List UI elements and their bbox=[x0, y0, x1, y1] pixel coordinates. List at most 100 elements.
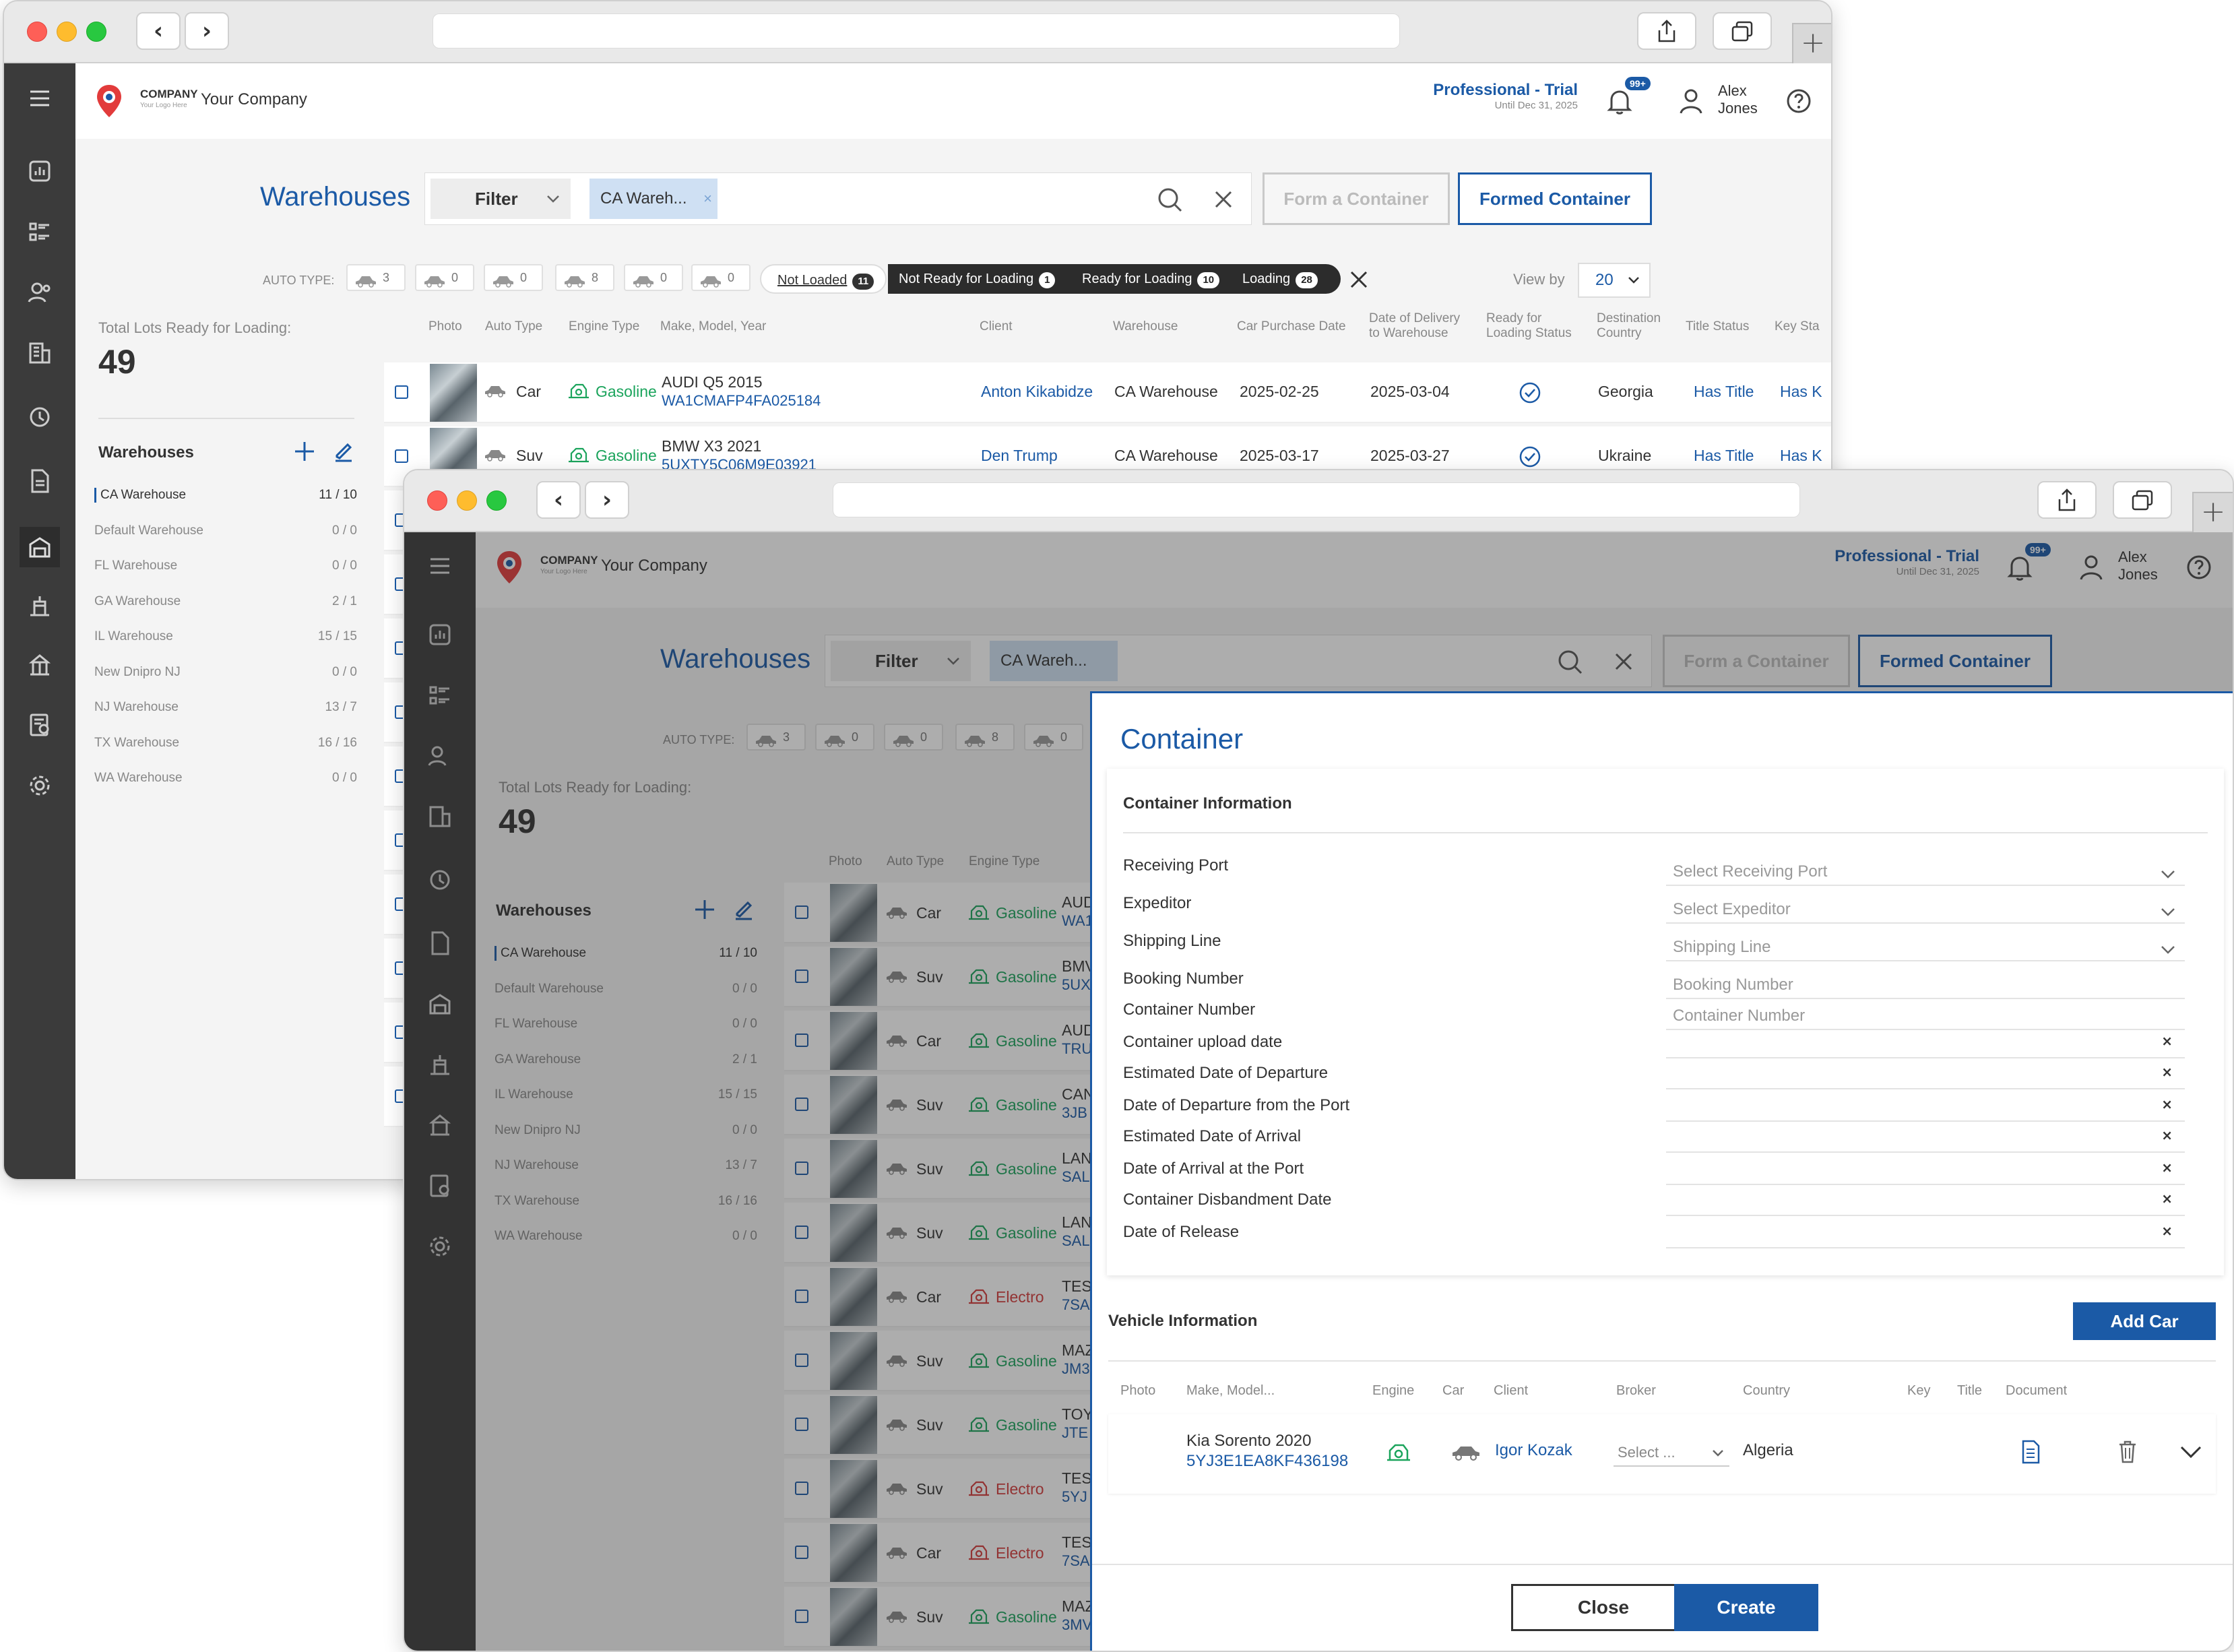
column-header[interactable]: Ready for bbox=[1486, 311, 1541, 326]
share-button[interactable] bbox=[1637, 12, 1696, 50]
date-field[interactable]: × bbox=[1666, 1190, 2185, 1216]
chip-remove-icon[interactable]: × bbox=[703, 179, 712, 219]
auto-type-filter[interactable]: 3 bbox=[346, 264, 406, 291]
building-icon[interactable] bbox=[26, 340, 53, 367]
text-field[interactable]: Container Number bbox=[1666, 1005, 2185, 1030]
select-field[interactable]: Shipping Line bbox=[1666, 936, 2185, 961]
menu-icon[interactable] bbox=[26, 85, 53, 112]
form-container-button[interactable]: Form a Container bbox=[1263, 172, 1450, 225]
search-bar[interactable]: Filter CA Wareh... × bbox=[424, 172, 1252, 225]
maximize-window-button[interactable] bbox=[486, 490, 507, 511]
auto-type-filter[interactable]: 8 bbox=[555, 264, 614, 291]
trash-icon[interactable] bbox=[2117, 1440, 2138, 1464]
maximize-window-button[interactable] bbox=[86, 22, 106, 42]
title-status-link[interactable]: Has Title bbox=[1694, 447, 1754, 465]
column-header[interactable]: Engine Type bbox=[569, 319, 639, 334]
port-icon[interactable] bbox=[26, 652, 53, 678]
auto-type-filter[interactable]: 0 bbox=[484, 264, 543, 291]
column-header[interactable]: Loading Status bbox=[1486, 326, 1572, 341]
view-by-select[interactable]: 20 bbox=[1578, 263, 1651, 298]
text-field[interactable]: Booking Number bbox=[1666, 974, 2185, 999]
column-header[interactable]: Date of Delivery bbox=[1369, 311, 1460, 326]
add-car-button[interactable]: Add Car bbox=[2073, 1302, 2216, 1340]
settings-icon[interactable] bbox=[26, 772, 53, 799]
column-header[interactable]: Key Sta bbox=[1775, 319, 1820, 334]
user-name[interactable]: Alex Jones bbox=[1718, 82, 1758, 117]
history-icon[interactable] bbox=[26, 404, 53, 431]
help-icon[interactable] bbox=[1785, 88, 1812, 115]
new-tab-button[interactable]: + bbox=[1792, 23, 1831, 65]
filter-dropdown[interactable]: Filter bbox=[430, 179, 571, 219]
date-field[interactable]: × bbox=[1666, 1064, 2185, 1089]
client-link[interactable]: Anton Kikabidze bbox=[981, 383, 1093, 401]
status-loading[interactable]: Loading 28 bbox=[1240, 264, 1318, 294]
minimize-window-button[interactable] bbox=[457, 490, 477, 511]
row-checkbox[interactable] bbox=[395, 449, 408, 463]
clear-status-icon[interactable] bbox=[1349, 269, 1369, 290]
column-header[interactable]: Destination bbox=[1597, 311, 1661, 326]
column-header[interactable]: Car Purchase Date bbox=[1237, 319, 1346, 334]
plan-info[interactable]: Professional - Trial Until Dec 31, 2025 bbox=[1433, 81, 1578, 111]
bell-icon[interactable] bbox=[1606, 86, 1633, 116]
warehouse-list-item[interactable]: IL Warehouse bbox=[94, 629, 173, 644]
date-field[interactable]: × bbox=[1666, 1096, 2185, 1122]
clear-date-icon[interactable]: × bbox=[2161, 1190, 2173, 1207]
row-checkbox[interactable] bbox=[395, 385, 408, 399]
warehouse-list-item[interactable]: CA Warehouse bbox=[94, 488, 186, 503]
column-header[interactable]: to Warehouse bbox=[1369, 326, 1448, 341]
address-bar[interactable] bbox=[833, 482, 1800, 517]
close-window-button[interactable] bbox=[427, 490, 447, 511]
close-button[interactable]: Close bbox=[1511, 1584, 1696, 1631]
column-header[interactable]: Make, Model, Year bbox=[660, 319, 766, 334]
clear-date-icon[interactable]: × bbox=[2161, 1159, 2173, 1176]
column-header[interactable]: Warehouse bbox=[1113, 319, 1178, 334]
vehicle-vin[interactable]: 5YJ3E1EA8KF436198 bbox=[1186, 1452, 1348, 1471]
warehouse-list-item[interactable]: NJ Warehouse bbox=[94, 700, 179, 715]
clear-date-icon[interactable]: × bbox=[2161, 1064, 2173, 1080]
column-header[interactable]: Country bbox=[1597, 326, 1642, 341]
add-warehouse-icon[interactable] bbox=[294, 441, 315, 462]
date-field[interactable]: × bbox=[1666, 1159, 2185, 1185]
search-icon[interactable] bbox=[1157, 187, 1184, 214]
date-field[interactable]: × bbox=[1666, 1033, 2185, 1058]
warehouse-list-item[interactable]: WA Warehouse bbox=[94, 771, 183, 786]
browser-forward-button[interactable]: › bbox=[185, 12, 229, 50]
status-ready[interactable]: Ready for Loading 10 bbox=[1078, 264, 1220, 294]
auto-type-filter[interactable]: 0 bbox=[624, 264, 683, 291]
company-logo[interactable]: COMPANY Your Logo Here bbox=[94, 84, 198, 123]
status-not-loaded[interactable]: Not Loaded 11 bbox=[760, 264, 887, 294]
clear-date-icon[interactable]: × bbox=[2161, 1223, 2173, 1239]
warehouse-list-item[interactable]: GA Warehouse bbox=[94, 594, 181, 609]
document-icon[interactable] bbox=[26, 468, 53, 495]
list-icon[interactable] bbox=[26, 218, 53, 245]
warehouse-nav-active[interactable] bbox=[20, 527, 60, 567]
expand-row-icon[interactable] bbox=[2179, 1445, 2202, 1460]
select-field[interactable]: Select Receiving Port bbox=[1666, 860, 2185, 886]
tabs-button[interactable] bbox=[2113, 481, 2172, 519]
crane-icon[interactable] bbox=[26, 592, 53, 619]
broker-select[interactable]: Select ... bbox=[1614, 1440, 1729, 1467]
vehicle-client[interactable]: Igor Kozak bbox=[1495, 1441, 1572, 1460]
formed-container-button[interactable]: Formed Container bbox=[1458, 172, 1652, 225]
status-not-ready[interactable]: Not Ready for Loading 1 bbox=[889, 264, 1056, 294]
new-tab-button[interactable]: + bbox=[2192, 492, 2233, 534]
edit-warehouse-icon[interactable] bbox=[333, 441, 354, 462]
dashboard-icon[interactable] bbox=[26, 158, 53, 185]
clear-date-icon[interactable]: × bbox=[2161, 1033, 2173, 1049]
warehouse-list-item[interactable]: TX Warehouse bbox=[94, 736, 179, 751]
column-header[interactable]: Auto Type bbox=[485, 319, 542, 334]
tabs-button[interactable] bbox=[1713, 12, 1772, 50]
filter-chip[interactable]: CA Wareh... × bbox=[589, 179, 717, 219]
key-status-link[interactable]: Has K bbox=[1780, 383, 1822, 401]
title-status-link[interactable]: Has Title bbox=[1694, 383, 1754, 401]
key-status-link[interactable]: Has K bbox=[1780, 447, 1822, 465]
address-bar[interactable] bbox=[433, 13, 1400, 49]
auto-type-filter[interactable]: 0 bbox=[415, 264, 474, 291]
invoice-icon[interactable] bbox=[26, 711, 53, 738]
browser-back-button[interactable]: ‹ bbox=[536, 481, 581, 519]
document-icon[interactable] bbox=[2020, 1440, 2041, 1464]
clear-date-icon[interactable]: × bbox=[2161, 1096, 2173, 1112]
column-header[interactable]: Title Status bbox=[1686, 319, 1749, 334]
column-header[interactable]: Photo bbox=[428, 319, 462, 334]
auto-type-filter[interactable]: 0 bbox=[691, 264, 751, 291]
